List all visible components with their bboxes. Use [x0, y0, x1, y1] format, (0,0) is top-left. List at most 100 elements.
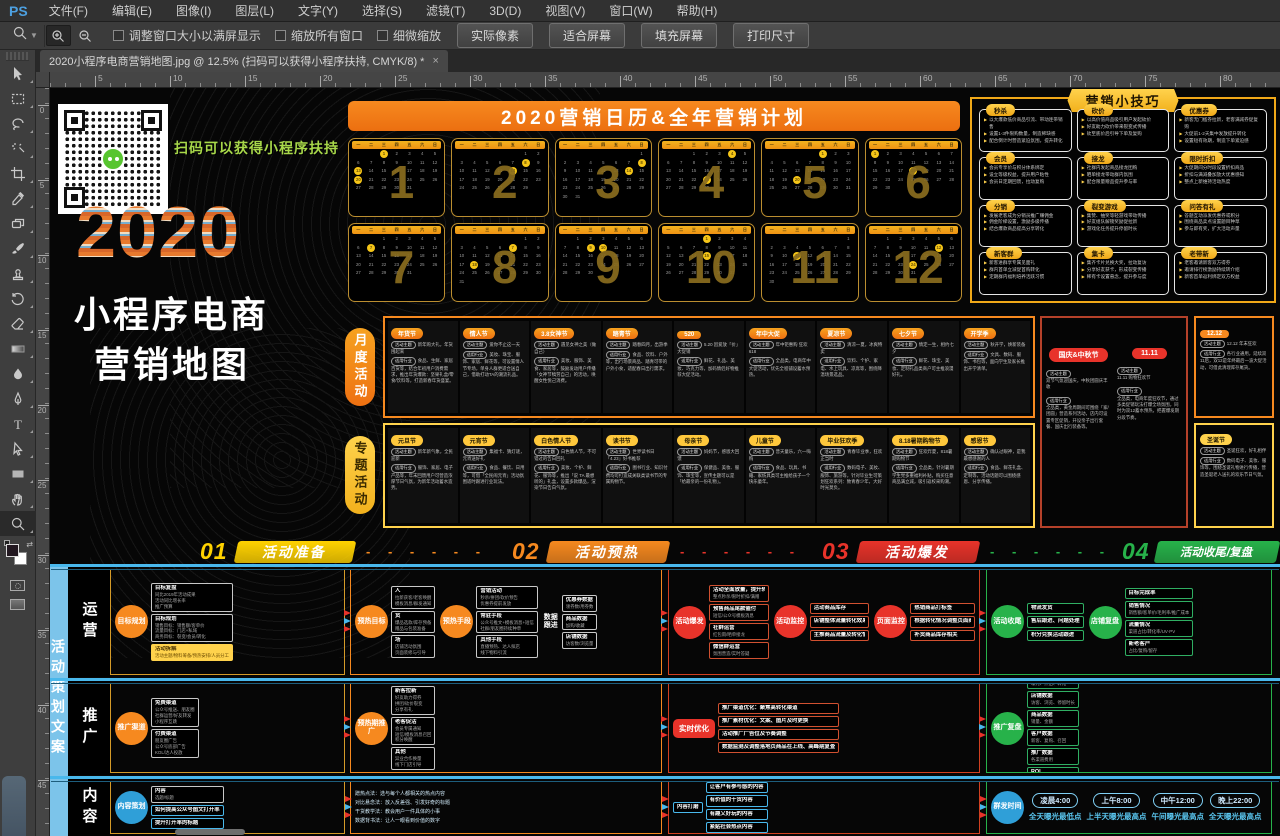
menu-图像[interactable]: 图像(I)	[164, 0, 223, 22]
menu-滤镜[interactable]: 滤镜(T)	[414, 0, 477, 22]
eyedrop-tool[interactable]	[0, 186, 36, 211]
shape-tool[interactable]	[0, 461, 36, 486]
menu-图层[interactable]: 图层(L)	[223, 0, 286, 22]
horizontal-scrollbar[interactable]	[175, 829, 245, 835]
history-tool[interactable]	[0, 286, 36, 311]
checkbox-label: 缩放所有窗口	[291, 27, 363, 44]
button-适合屏幕[interactable]: 适合屏幕	[549, 23, 625, 48]
select-tool[interactable]	[0, 436, 36, 461]
day-cell: 3	[726, 235, 739, 244]
move-tool[interactable]	[0, 61, 36, 86]
arrow	[979, 610, 986, 616]
schedule-time: 晚上22:00全天曝光最高点	[1209, 793, 1262, 822]
day-cell: 14	[869, 252, 882, 261]
wand-tool[interactable]	[0, 136, 36, 161]
day-cell: 27	[352, 184, 365, 193]
weekday: 三	[485, 227, 489, 233]
vertical-ruler[interactable]: 051015202530354045	[36, 88, 50, 836]
stamp-tool[interactable]	[0, 261, 36, 286]
button-填充屏幕[interactable]: 填充屏幕	[641, 23, 717, 48]
empty-day	[468, 235, 481, 244]
day-cell: 19	[932, 252, 945, 261]
mind-box-line: 曝光、点击、转化	[1031, 683, 1075, 687]
checkbox-调整窗口大小以满屏显示[interactable]: 调整窗口大小以满屏显示	[113, 27, 261, 44]
day-cell: 2	[390, 150, 403, 159]
foreground-color-swatch[interactable]	[6, 544, 19, 557]
day-cell: 18	[584, 176, 597, 185]
day-cell: 19	[920, 167, 933, 176]
weekday: 五	[511, 227, 515, 233]
day-cell: 13	[816, 252, 829, 261]
checkbox-缩放所有窗口[interactable]: 缩放所有窗口	[275, 27, 363, 44]
zoom-in-button[interactable]	[46, 25, 71, 46]
tip-bullet: ▶社群内发起商品接龙团购	[1082, 165, 1165, 172]
lasso-tool[interactable]	[0, 111, 36, 136]
day-cell: 25	[739, 261, 752, 270]
weekday: 四	[705, 227, 709, 233]
mind-box: 商品数据销量、金额	[1027, 710, 1079, 727]
phase-banner-04: 活动收尾/复盘	[1154, 541, 1280, 563]
checkbox-icon[interactable]	[275, 30, 286, 41]
color-swatches[interactable]: ⇄	[0, 540, 36, 574]
hand-tool[interactable]	[0, 486, 36, 511]
checkbox-细微缩放[interactable]: 细微缩放	[377, 27, 441, 44]
technique-line: 数据背书法：让人一眼看到价值的数字	[355, 817, 450, 826]
panel-grip[interactable]	[6, 52, 29, 61]
document-canvas[interactable]: 扫码可以获得小程序扶持2020小程序电商营销地图2020营销日历&全年营销计划一…	[50, 88, 1280, 836]
pen-tool[interactable]	[0, 386, 36, 411]
day-cell: 6	[816, 244, 829, 253]
day-cell: 27	[494, 269, 507, 278]
menu-编辑[interactable]: 编辑(E)	[100, 0, 164, 22]
menu-选择[interactable]: 选择(S)	[350, 0, 414, 22]
day-cell: 12	[429, 159, 442, 168]
swap-colors-icon[interactable]: ⇄	[26, 540, 33, 549]
activity-name: 读书节	[606, 435, 638, 446]
day-cell: 24	[597, 261, 610, 270]
document-tab[interactable]: 2020小程序电商营销地图.jpg @ 12.5% (扫码可以获得小程序扶持, …	[40, 50, 448, 72]
wechat-icon	[101, 147, 125, 171]
zoom-tool-preset[interactable]: ▼	[6, 25, 45, 47]
horizontal-ruler[interactable]: 5101520253035404550556065707580	[50, 72, 1280, 88]
checkbox-icon[interactable]	[377, 30, 388, 41]
band-label-月度活动: 月度活动	[345, 328, 375, 406]
zoom-tool[interactable]	[0, 511, 36, 536]
menu-3D[interactable]: 3D(D)	[477, 0, 533, 22]
quick-mask-button[interactable]	[10, 580, 25, 591]
gradient-tool[interactable]	[0, 336, 36, 361]
tip-card-砍价: 砍价▶以高价值商品吸引用户发起砍价▶好友助力砍价带来裂变式传播▶砍至底价后引导下…	[1077, 109, 1170, 152]
activity-name: 七夕节	[892, 328, 924, 339]
tip-bullet: ▶定期群内福利培养活跃习惯	[984, 274, 1067, 281]
ruler-tick	[1145, 76, 1146, 87]
day-cell: 23	[765, 269, 778, 278]
button-打印尺寸[interactable]: 打印尺寸	[733, 23, 809, 48]
brush-tool[interactable]	[0, 236, 36, 261]
menu-文件[interactable]: 文件(F)	[37, 0, 100, 22]
screen-mode-button[interactable]	[10, 599, 25, 610]
day-cell: 30	[894, 269, 907, 278]
button-实际像素[interactable]: 实际像素	[457, 23, 533, 48]
day-cell: 24	[778, 269, 791, 278]
festival-card-国庆&中秋节: 国庆&中秋节活动主题双节气氛迎国庆，中秋团圆庆丰收适用行业全品类，黄金周期间可围…	[1046, 324, 1111, 520]
checkbox-icon[interactable]	[113, 30, 124, 41]
marquee-tool[interactable]	[0, 86, 36, 111]
tip-card-裂变游戏: 裂变游戏▶集赞、抽奖等轻游戏带动传播▶好友组队解锁奖励促拉新▶游戏化任务提升停留…	[1077, 205, 1170, 248]
type-tool[interactable]: T	[0, 411, 36, 436]
day-cell: 17	[894, 167, 907, 176]
patch-tool[interactable]	[0, 211, 36, 236]
crop-tool[interactable]	[0, 161, 36, 186]
technique-line: 干货教学法：教会用户一件具体的小事	[355, 808, 450, 817]
calendar-month-9: 一二三四五六日123456789101112131415161718192021…	[555, 223, 652, 302]
eraser-tool[interactable]	[0, 311, 36, 336]
zoom-out-button[interactable]	[73, 25, 98, 46]
day-cell: 18	[468, 176, 481, 185]
phase-number-04: 04	[1122, 538, 1150, 565]
day-cell: 24	[403, 176, 416, 185]
menu-帮助[interactable]: 帮助(H)	[665, 0, 730, 22]
menu-窗口[interactable]: 窗口(W)	[597, 0, 664, 22]
blur-tool[interactable]	[0, 361, 36, 386]
menu-视图[interactable]: 视图(V)	[533, 0, 597, 22]
menu-文字[interactable]: 文字(Y)	[286, 0, 350, 22]
mind-box: 店铺数据访客数/浏览量	[562, 632, 598, 649]
weekday: 二	[576, 227, 580, 233]
close-icon[interactable]: ×	[432, 55, 438, 67]
